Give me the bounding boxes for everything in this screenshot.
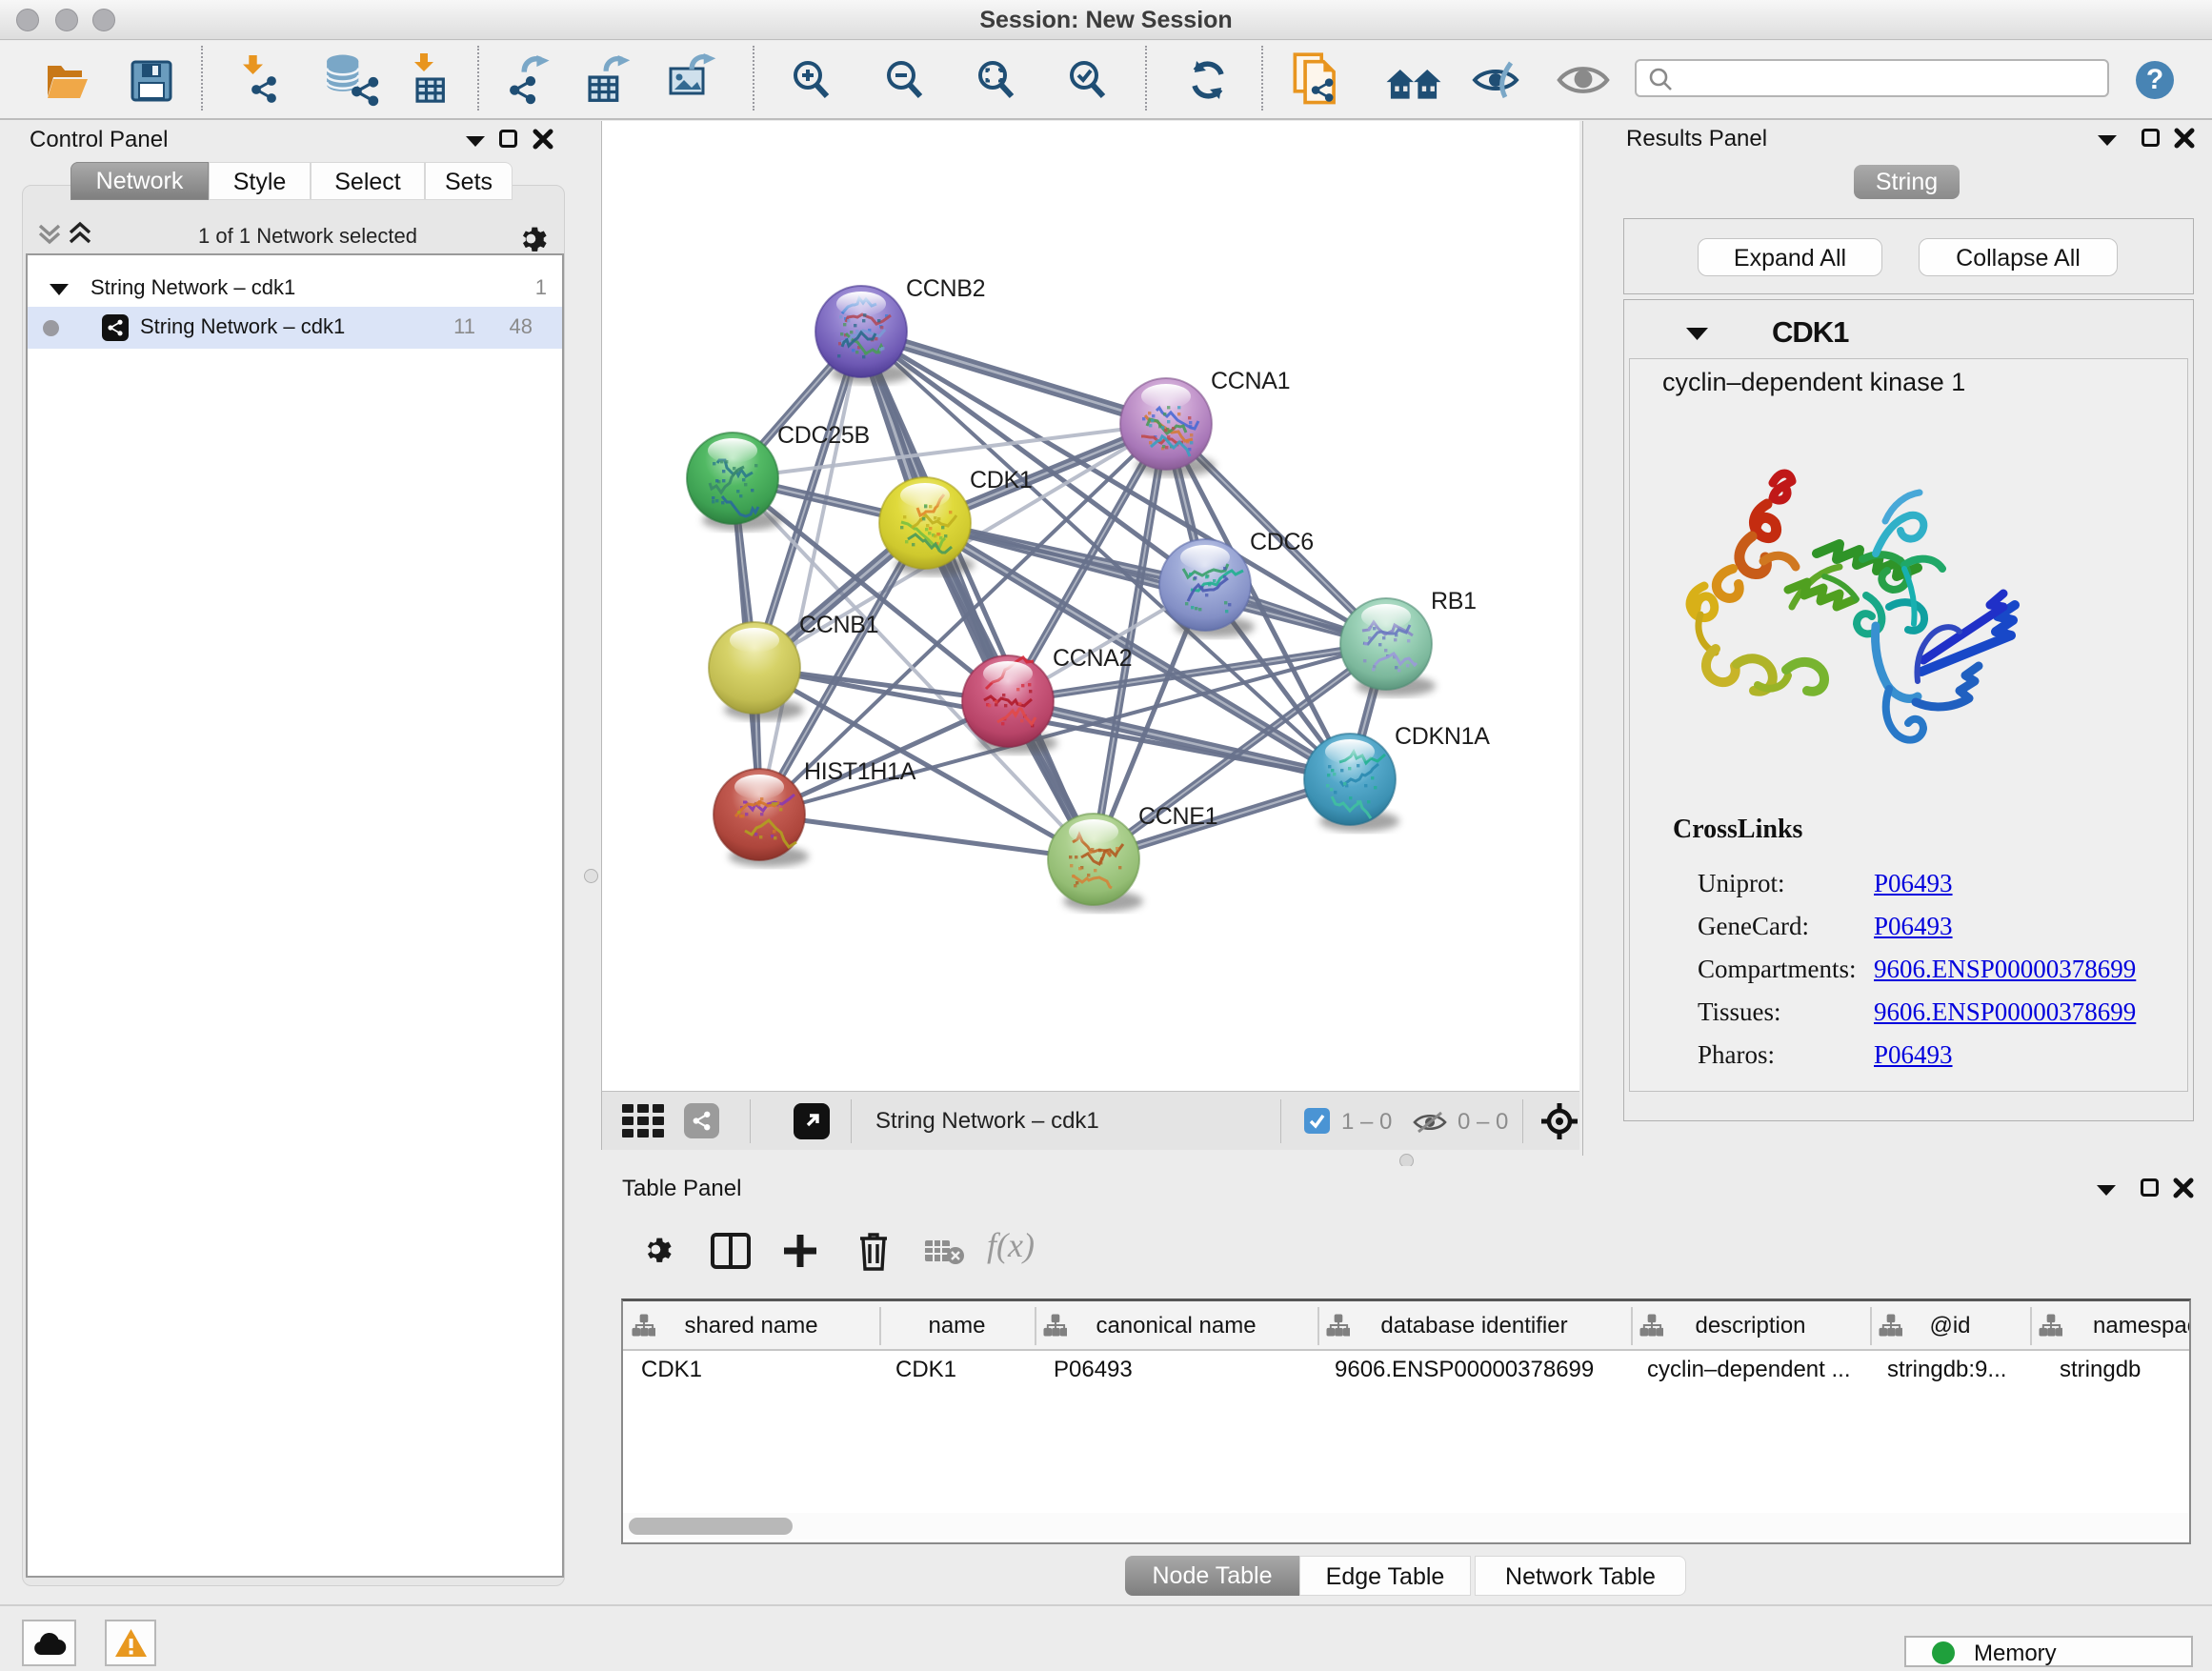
svg-text:CDKN1A: CDKN1A [1395, 723, 1490, 750]
svg-text:CCNA1: CCNA1 [1211, 368, 1290, 394]
svg-text:CDK1: CDK1 [970, 467, 1033, 493]
svg-text:HIST1H1A: HIST1H1A [804, 758, 916, 785]
svg-text:CDC6: CDC6 [1250, 529, 1314, 555]
svg-text:CCNA2: CCNA2 [1053, 645, 1132, 672]
svg-text:CCNB1: CCNB1 [799, 612, 878, 638]
svg-text:CDC25B: CDC25B [777, 422, 870, 449]
svg-text:CCNE1: CCNE1 [1138, 803, 1217, 830]
svg-text:CCNB2: CCNB2 [906, 275, 985, 302]
svg-text:RB1: RB1 [1431, 588, 1477, 614]
